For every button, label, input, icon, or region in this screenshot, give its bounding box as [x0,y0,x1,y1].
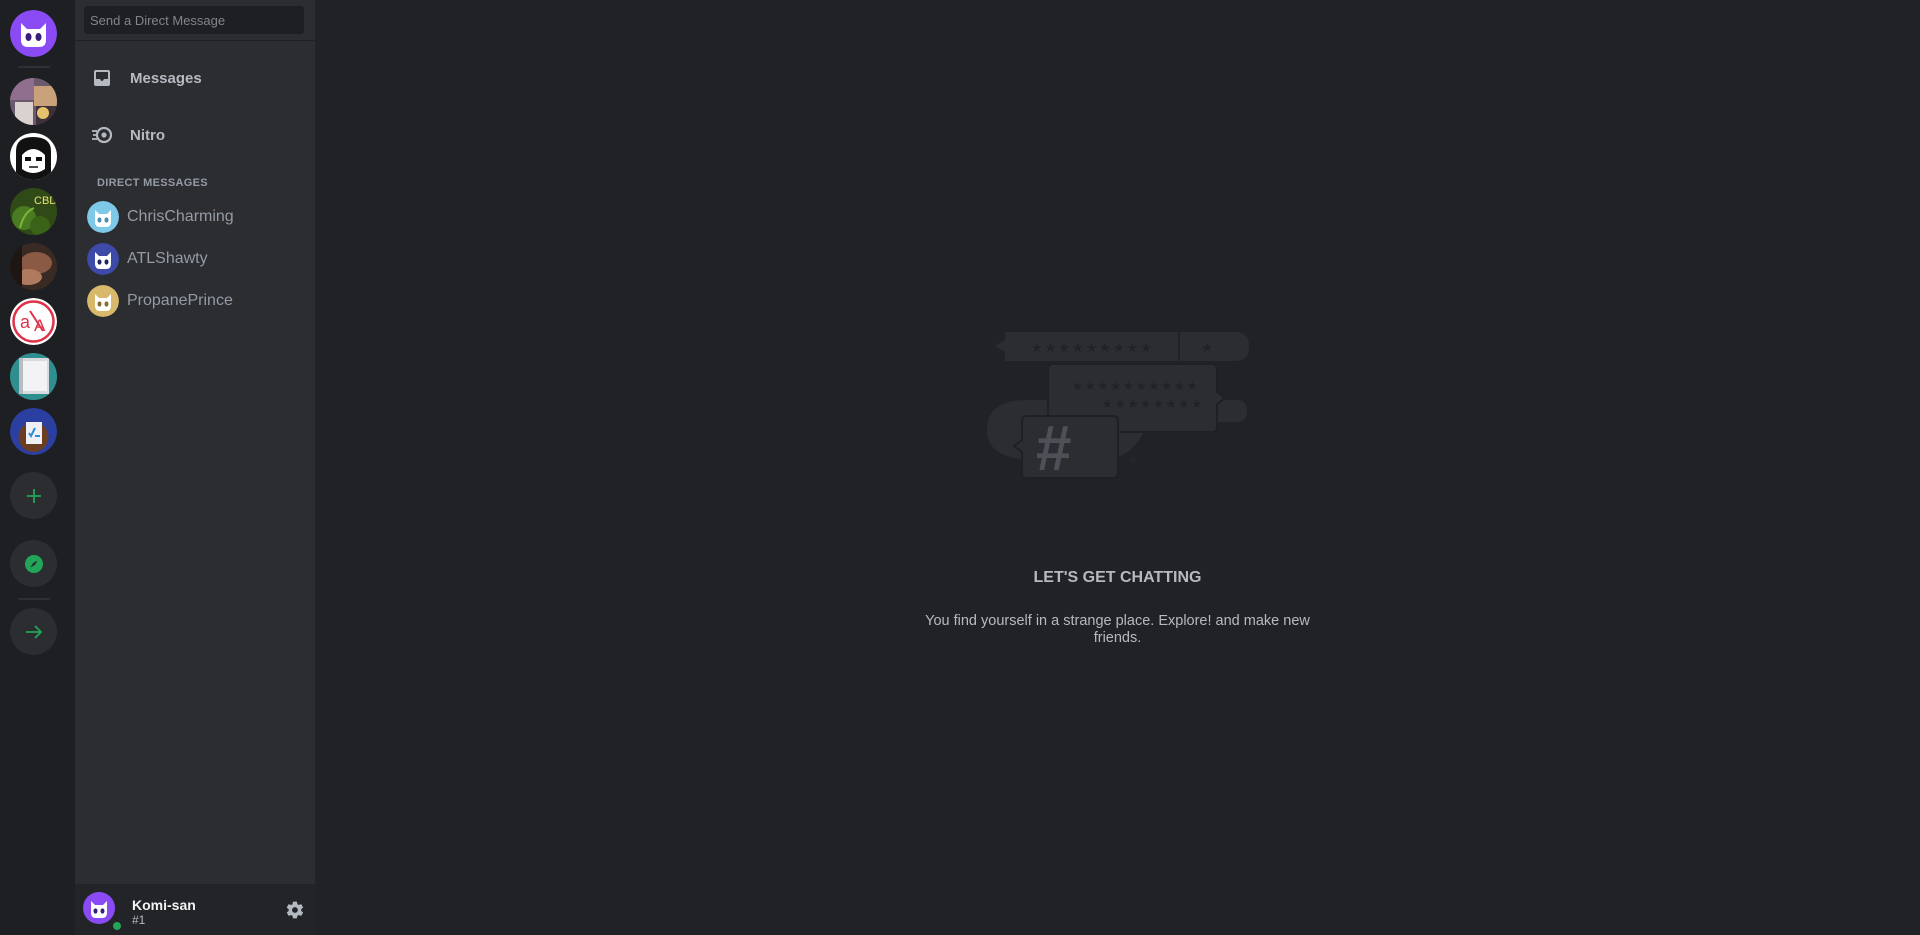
avatar [87,201,119,233]
dm-sidebar: Messages Nitro DIRECT MESSAGES ChrisChar… [75,0,315,935]
aa-logo-icon[interactable]: aA [10,298,57,345]
nav-item-nitro[interactable]: Nitro [85,114,307,156]
dm-name: ATLShawty [127,250,208,267]
nav-item-label: Nitro [130,126,165,144]
dm-item-atlshawty[interactable]: ATLShawty [85,240,307,278]
manga-portrait-icon[interactable] [10,133,57,180]
empty-state-title: LET'S GET CHATTING [1033,569,1202,586]
home-logo-icon[interactable] [10,10,57,57]
inbox-icon [90,66,114,90]
download-apps-button[interactable] [10,608,57,655]
gear-icon [286,901,304,919]
svg-text:★★★★★★★★★: ★★★★★★★★★ [1031,340,1154,355]
online-status-dot [111,920,123,932]
avatar [87,243,119,275]
search-input[interactable] [84,6,304,34]
svg-text:★★★★★★★★: ★★★★★★★★ [1102,397,1204,411]
avatar[interactable] [83,892,123,932]
chat-bubbles-illustration: ★★★★★★★★★ ★ ★★★★★★★★★★ ★★★★★★★★ # ⁘ [987,332,1249,484]
checklist-bear-icon[interactable] [10,408,57,455]
svg-text:★: ★ [1201,340,1213,355]
add-server-button[interactable] [10,472,57,519]
svg-text:A: A [34,316,46,335]
plus-icon [26,488,41,503]
hand-photo-icon[interactable] [10,243,57,290]
avatar [87,285,119,317]
arrow-right-icon [25,624,42,639]
username: Komi-san [132,897,196,913]
dm-item-chrischarming[interactable]: ChrisCharming [85,198,307,236]
svg-text:a: a [20,312,31,332]
user-panel: Komi-san #1 [75,884,315,935]
main-content: ★★★★★★★★★ ★ ★★★★★★★★★★ ★★★★★★★★ # ⁘ LET'… [315,0,1920,935]
nitro-icon [90,123,114,147]
dm-section-header: DIRECT MESSAGES [97,177,208,189]
rail-divider [18,66,50,68]
rail-divider [18,598,50,600]
user-discriminator: #1 [132,913,146,927]
nav-item-label: Messages [130,69,202,87]
dm-name: ChrisCharming [127,208,234,225]
dm-name: PropanePrince [127,292,233,309]
svg-text:⁘: ⁘ [1129,456,1137,467]
empty-state-text: You find yourself in a strange place. Ex… [925,613,1310,646]
user-settings-button[interactable] [285,900,305,920]
search-bar [75,0,315,41]
compass-icon [24,554,43,573]
photo-collage-icon[interactable] [10,78,57,125]
cbd-leaf-icon[interactable]: CBD [10,188,57,235]
explore-servers-button[interactable] [10,540,57,587]
dm-item-propaneprince[interactable]: PropanePrince [85,282,307,320]
nav-item-messages[interactable]: Messages [85,57,307,99]
svg-text:#: # [1035,412,1071,484]
svg-text:★★★★★★★★★★: ★★★★★★★★★★ [1072,379,1200,393]
server-rail: CBD aA [0,0,75,935]
svg-text:CBD: CBD [34,195,57,207]
book-icon[interactable] [10,353,57,400]
